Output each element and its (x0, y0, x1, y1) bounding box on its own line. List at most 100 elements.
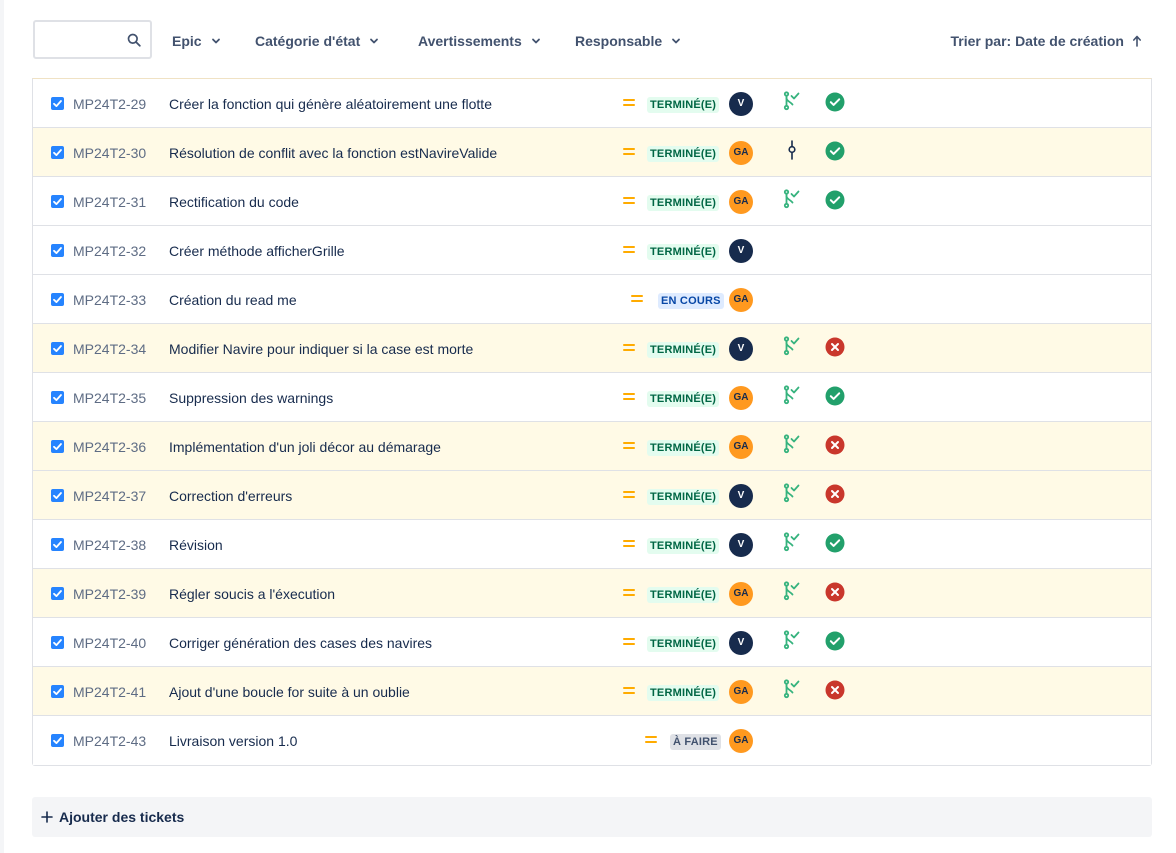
filter-bar: Epic Catégorie d'état Avertissements Res… (0, 0, 1176, 80)
build-failed-icon[interactable] (825, 435, 845, 455)
branch-merged-icon[interactable] (783, 581, 801, 601)
warnings-filter-button[interactable]: Avertissements (418, 28, 541, 54)
status-lozenge: TERMINÉ(E) (647, 685, 720, 701)
issue-key[interactable]: MP24T2-31 (73, 194, 146, 210)
build-success-icon[interactable] (825, 141, 845, 161)
issue-row[interactable]: MP24T2-43 Livraison version 1.0 À FAIRE GA (33, 716, 1151, 765)
issue-key[interactable]: MP24T2-35 (73, 390, 146, 406)
avatar[interactable]: V (729, 239, 753, 263)
branch-merged-icon[interactable] (783, 483, 801, 503)
issue-key[interactable]: MP24T2-34 (73, 341, 146, 357)
avatar[interactable]: GA (729, 288, 753, 312)
issue-row[interactable]: MP24T2-31 Rectification du code TERMINÉ(E)… (33, 177, 1151, 226)
add-tickets-label: Ajouter des tickets (59, 809, 185, 825)
build-success-icon[interactable] (825, 533, 845, 553)
avatar[interactable]: GA (729, 582, 753, 606)
issue-row[interactable]: MP24T2-33 Création du read me EN COURS GA (33, 275, 1151, 324)
build-success-icon[interactable] (825, 386, 845, 406)
issue-key[interactable]: MP24T2-37 (73, 488, 146, 504)
checkbox[interactable] (51, 587, 64, 600)
check-icon (53, 149, 62, 156)
checkbox[interactable] (51, 734, 64, 747)
avatar[interactable]: V (729, 631, 753, 655)
issue-summary: Suppression des warnings (169, 390, 334, 406)
check-icon (53, 100, 62, 107)
check-icon (53, 198, 62, 205)
branch-merged-icon[interactable] (783, 630, 801, 650)
issue-row[interactable]: MP24T2-41 Ajout d'une boucle for suite à … (33, 667, 1151, 716)
branch-merged-icon[interactable] (783, 189, 801, 209)
issue-key[interactable]: MP24T2-40 (73, 635, 146, 651)
avatar[interactable]: GA (729, 141, 753, 165)
issue-key[interactable]: MP24T2-43 (73, 733, 146, 749)
branch-merged-icon[interactable] (783, 91, 801, 111)
issue-key[interactable]: MP24T2-39 (73, 586, 146, 602)
issue-row[interactable]: MP24T2-39 Régler soucis a l'éxecution TERM… (33, 569, 1151, 618)
avatar[interactable]: GA (729, 386, 753, 410)
avatar[interactable]: V (729, 337, 753, 361)
avatar[interactable]: V (729, 484, 753, 508)
checkbox[interactable] (51, 97, 64, 110)
issue-key[interactable]: MP24T2-33 (73, 292, 146, 308)
branch-merged-icon[interactable] (783, 385, 801, 405)
priority-medium-icon (623, 491, 635, 500)
priority-medium-icon (623, 148, 635, 157)
priority-medium-icon (623, 589, 635, 598)
avatar[interactable]: V (729, 92, 753, 116)
checkbox[interactable] (51, 146, 64, 159)
branch-merged-icon[interactable] (783, 679, 801, 699)
issue-key[interactable]: MP24T2-38 (73, 537, 146, 553)
build-success-icon[interactable] (825, 631, 845, 651)
add-tickets-button[interactable]: Ajouter des tickets (32, 797, 1152, 837)
checkbox[interactable] (51, 391, 64, 404)
build-failed-icon[interactable] (825, 680, 845, 700)
check-icon (53, 247, 62, 254)
checkbox[interactable] (51, 538, 64, 551)
issue-key[interactable]: MP24T2-36 (73, 439, 146, 455)
sort-button[interactable]: Trier par: Date de création (950, 28, 1142, 54)
avatar[interactable]: V (729, 533, 753, 557)
issue-row[interactable]: MP24T2-34 Modifier Navire pour indiquer s… (33, 324, 1151, 373)
checkbox[interactable] (51, 440, 64, 453)
build-success-icon[interactable] (825, 92, 845, 112)
issue-key[interactable]: MP24T2-41 (73, 684, 146, 700)
commit-icon[interactable] (783, 140, 801, 160)
checkbox[interactable] (51, 636, 64, 649)
checkbox[interactable] (51, 685, 64, 698)
avatar[interactable]: GA (729, 729, 753, 753)
avatar[interactable]: GA (729, 190, 753, 214)
check-icon (53, 443, 62, 450)
assignee-filter-button[interactable]: Responsable (575, 28, 681, 54)
issue-row[interactable]: MP24T2-32 Créer méthode afficherGrille TER… (33, 226, 1151, 275)
issue-key[interactable]: MP24T2-32 (73, 243, 146, 259)
build-failed-icon[interactable] (825, 337, 845, 357)
issue-row[interactable]: MP24T2-38 Révision TERMINÉ(E) V (33, 520, 1151, 569)
build-failed-icon[interactable] (825, 484, 845, 504)
epic-filter-button[interactable]: Epic (172, 28, 221, 54)
branch-merged-icon[interactable] (783, 532, 801, 552)
issue-key[interactable]: MP24T2-29 (73, 96, 146, 112)
avatar[interactable]: GA (729, 435, 753, 459)
build-success-icon[interactable] (825, 190, 845, 210)
checkbox[interactable] (51, 293, 64, 306)
status-lozenge: TERMINÉ(E) (647, 146, 720, 162)
checkbox[interactable] (51, 244, 64, 257)
issue-row[interactable]: MP24T2-35 Suppression des warnings TERMINÉ… (33, 373, 1151, 422)
issue-row[interactable]: MP24T2-40 Corriger génération des cases d… (33, 618, 1151, 667)
status-lozenge: TERMINÉ(E) (647, 538, 720, 554)
issue-row[interactable]: MP24T2-30 Résolution de conflit avec la f… (33, 128, 1151, 177)
avatar[interactable]: GA (729, 680, 753, 704)
branch-merged-icon[interactable] (783, 434, 801, 454)
checkbox[interactable] (51, 489, 64, 502)
issue-row[interactable]: MP24T2-29 Créer la fonction qui génère al… (33, 79, 1151, 128)
search-input[interactable] (33, 20, 152, 59)
issue-row[interactable]: MP24T2-37 Correction d'erreurs TERMINÉ(E) V (33, 471, 1151, 520)
status-category-filter-button[interactable]: Catégorie d'état (255, 28, 379, 54)
checkbox[interactable] (51, 342, 64, 355)
checkbox[interactable] (51, 195, 64, 208)
issue-key[interactable]: MP24T2-30 (73, 145, 146, 161)
branch-merged-icon[interactable] (783, 336, 801, 356)
issue-row[interactable]: MP24T2-36 Implémentation d'un joli décor … (33, 422, 1151, 471)
status-lozenge: EN COURS (658, 293, 724, 309)
build-failed-icon[interactable] (825, 582, 845, 602)
